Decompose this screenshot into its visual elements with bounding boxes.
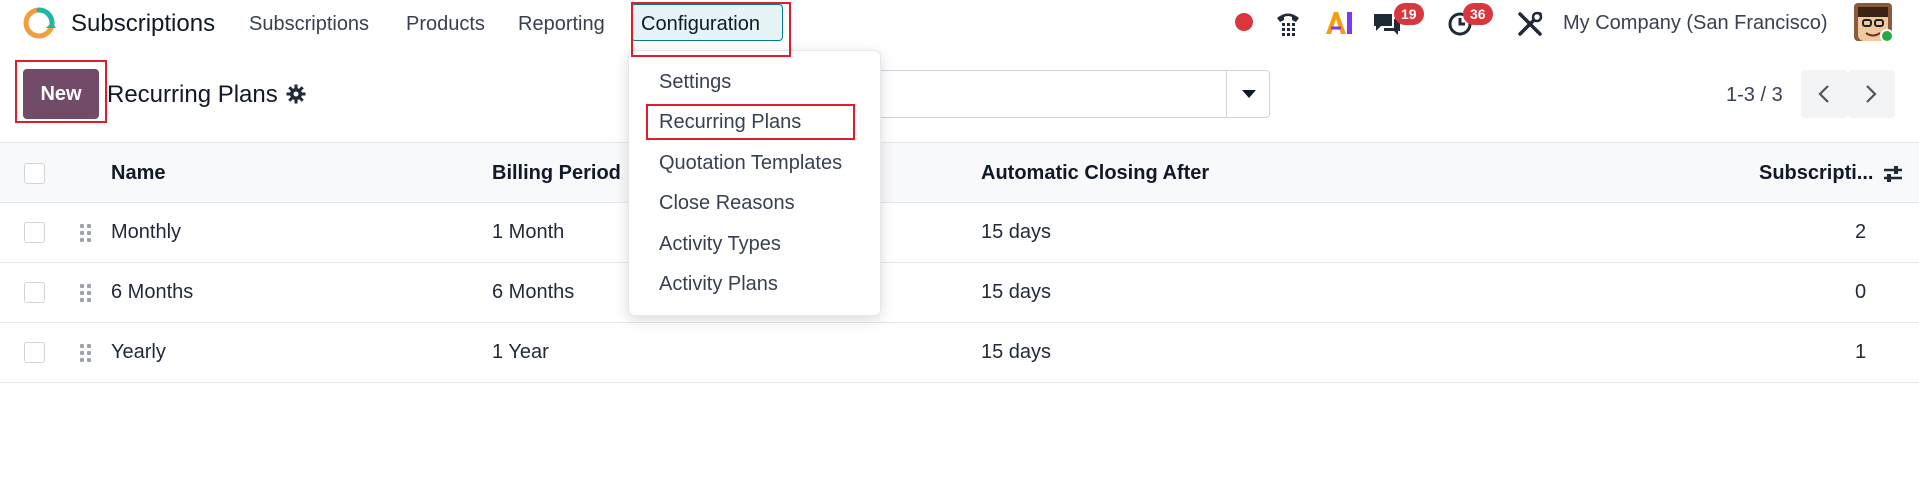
top-navbar: Subscriptions Subscriptions Products Rep… [0,0,1919,48]
menu-products[interactable]: Products [406,13,485,36]
tools-icon[interactable] [1517,11,1543,37]
pager-next-button[interactable] [1848,70,1895,118]
table-row[interactable]: 6 Months 6 Months 15 days 0 [0,263,1919,323]
menu-item-quotation-templates[interactable]: Quotation Templates [659,152,842,175]
select-all-checkbox[interactable] [24,163,45,184]
ai-icon[interactable] [1324,10,1354,36]
list-view: Name Billing Period Automatic Closing Af… [0,142,1919,383]
menu-item-settings[interactable]: Settings [659,71,731,94]
cell-automatic-closing: 15 days [981,341,1052,363]
row-checkbox[interactable] [24,222,45,243]
menu-item-activity-types[interactable]: Activity Types [659,233,781,256]
page-title: Recurring Plans [107,81,278,108]
cell-name: 6 Months [111,281,194,303]
cell-automatic-closing: 15 days [981,281,1052,303]
phone-icon[interactable] [1274,9,1302,37]
cell-billing-period: 1 Month [492,221,565,243]
table-row[interactable]: Monthly 1 Month 15 days 2 [0,203,1919,263]
column-header-billing-period[interactable]: Billing Period [492,162,621,185]
drag-handle-icon[interactable] [80,344,92,362]
menu-subscriptions[interactable]: Subscriptions [249,13,369,36]
cell-subscriptions: 1 [1855,341,1867,363]
cell-automatic-closing: 15 days [981,221,1052,243]
search-input[interactable] [850,70,1270,118]
search-options-toggle[interactable] [1226,70,1270,118]
table-row[interactable]: Yearly 1 Year 15 days 1 [0,323,1919,383]
cell-name: Monthly [111,221,182,243]
row-checkbox[interactable] [24,282,45,303]
activities-badge: 36 [1463,3,1493,25]
drag-handle-icon[interactable] [80,224,92,242]
gear-icon[interactable] [286,84,306,104]
cell-billing-period: 1 Year [492,341,549,363]
user-status-dot [1880,29,1894,43]
menu-reporting[interactable]: Reporting [518,13,605,36]
company-switcher[interactable]: My Company (San Francisco) [1563,12,1828,35]
row-checkbox[interactable] [24,342,45,363]
app-name[interactable]: Subscriptions [71,10,215,38]
column-header-name[interactable]: Name [111,162,165,185]
record-icon[interactable] [1235,13,1253,31]
menu-item-close-reasons[interactable]: Close Reasons [659,192,795,215]
messages-badge: 19 [1394,3,1424,25]
cell-billing-period: 6 Months [492,281,575,303]
new-button[interactable]: New [23,69,99,119]
drag-handle-icon[interactable] [80,284,92,302]
column-header-automatic-closing[interactable]: Automatic Closing After [981,162,1209,185]
pager-value[interactable]: 1-3 / 3 [1726,84,1783,107]
column-settings-icon[interactable] [1882,163,1904,185]
cell-subscriptions: 0 [1855,281,1867,303]
pager-previous-button[interactable] [1801,70,1848,118]
menu-item-activity-plans[interactable]: Activity Plans [659,273,778,296]
chevron-right-icon [1866,85,1877,103]
cell-subscriptions: 2 [1855,221,1867,243]
column-header-subscriptions[interactable]: Subscripti... [1759,162,1873,185]
configuration-dropdown: Settings Recurring Plans Quotation Templ… [628,50,881,316]
menu-configuration[interactable]: Configuration [631,4,783,41]
cell-name: Yearly [111,341,166,363]
app-logo[interactable] [22,6,56,40]
chevron-left-icon [1818,85,1829,103]
table-header: Name Billing Period Automatic Closing Af… [0,142,1919,203]
menu-item-recurring-plans[interactable]: Recurring Plans [659,111,801,134]
